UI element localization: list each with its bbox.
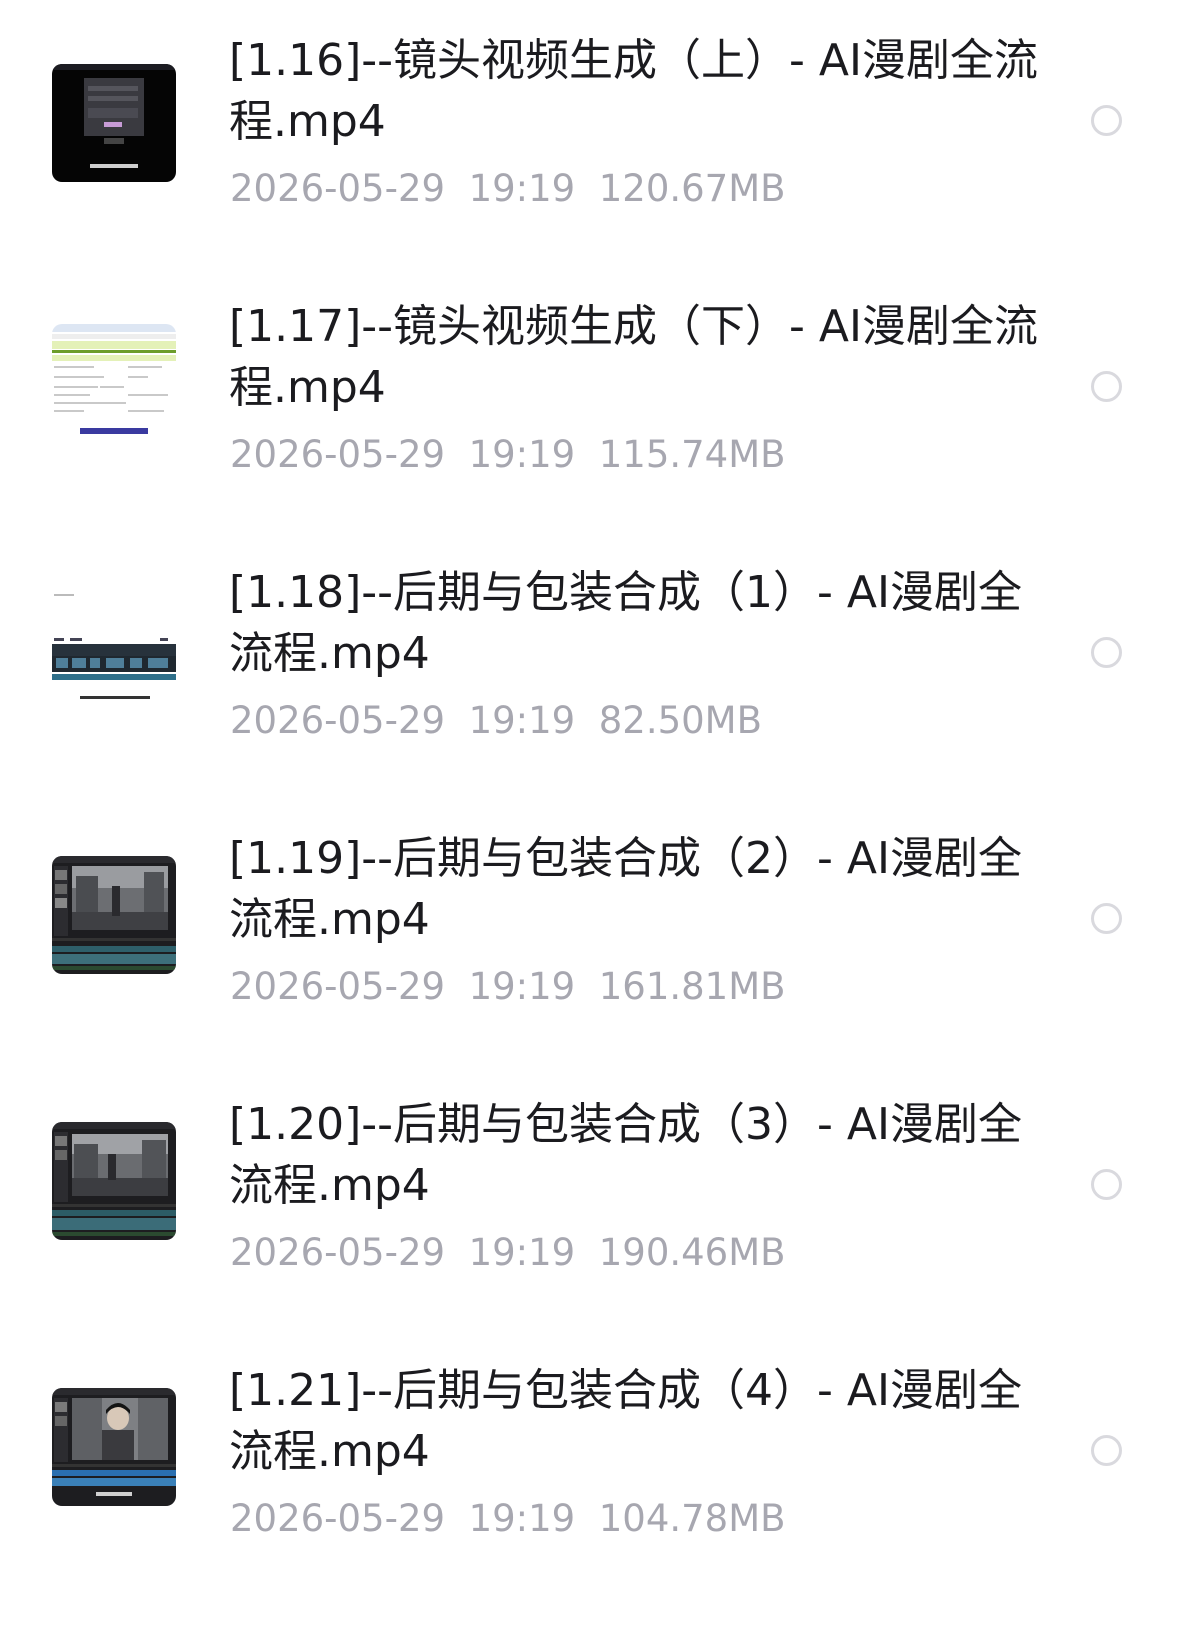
file-meta: 2026-05-29 19:19 161.81MB — [230, 965, 786, 1009]
file-size: 115.74MB — [598, 433, 786, 476]
file-meta: 2026-05-29 19:19 82.50MB — [230, 699, 762, 743]
video-thumbnail — [52, 856, 176, 974]
select-radio[interactable] — [1091, 1435, 1122, 1466]
select-radio[interactable] — [1091, 105, 1122, 136]
file-meta: 2026-05-29 19:19 120.67MB — [230, 167, 786, 211]
file-name: [1.18]--后期与包装合成（1）- AI漫剧全流程.mp4 — [229, 567, 1022, 679]
video-editor-thumbnail-image — [52, 856, 176, 974]
file-name: [1.17]--镜头视频生成（下）- AI漫剧全流程.mp4 — [229, 301, 1038, 413]
list-item[interactable]: [1.17]--镜头视频生成（下）- AI漫剧全流程.mp4 2026-05-2… — [0, 296, 1200, 562]
file-size: 82.50MB — [598, 699, 762, 742]
file-name: [1.20]--后期与包装合成（3）- AI漫剧全流程.mp4 — [229, 1099, 1022, 1211]
file-date: 2026-05-29 — [230, 167, 446, 210]
list-item[interactable]: [1.20]--后期与包装合成（3）- AI漫剧全流程.mp4 2026-05-… — [0, 1094, 1200, 1360]
file-size: 104.78MB — [598, 1497, 786, 1540]
video-thumbnail — [52, 64, 176, 182]
video-thumbnail — [52, 1388, 176, 1506]
file-date: 2026-05-29 — [230, 965, 446, 1008]
timeline-thumbnail-image — [52, 590, 176, 708]
file-date: 2026-05-29 — [230, 1231, 446, 1274]
file-size: 190.46MB — [598, 1231, 786, 1274]
file-name: [1.21]--后期与包装合成（4）- AI漫剧全流程.mp4 — [229, 1365, 1022, 1477]
file-date: 2026-05-29 — [230, 433, 446, 476]
select-radio[interactable] — [1091, 371, 1122, 402]
list-item[interactable]: [1.21]--后期与包装合成（4）- AI漫剧全流程.mp4 2026-05-… — [0, 1360, 1200, 1626]
dark-dialog-thumbnail-image — [52, 64, 176, 182]
video-editor-character-thumbnail-image — [52, 1388, 176, 1506]
file-name: [1.19]--后期与包装合成（2）- AI漫剧全流程.mp4 — [229, 833, 1022, 945]
list-item[interactable]: [1.19]--后期与包装合成（2）- AI漫剧全流程.mp4 2026-05-… — [0, 828, 1200, 1094]
select-radio[interactable] — [1091, 637, 1122, 668]
file-time: 19:19 — [468, 1231, 576, 1274]
file-name: [1.16]--镜头视频生成（上）- AI漫剧全流程.mp4 — [229, 35, 1038, 147]
file-meta: 2026-05-29 19:19 190.46MB — [230, 1231, 786, 1275]
select-radio[interactable] — [1091, 1169, 1122, 1200]
file-meta: 2026-05-29 19:19 104.78MB — [230, 1497, 786, 1541]
file-time: 19:19 — [468, 167, 576, 210]
file-time: 19:19 — [468, 433, 576, 476]
file-date: 2026-05-29 — [230, 1497, 446, 1540]
file-meta: 2026-05-29 19:19 115.74MB — [230, 433, 786, 477]
file-date: 2026-05-29 — [230, 699, 446, 742]
file-list: [1.16]--镜头视频生成（上）- AI漫剧全流程.mp4 2026-05-2… — [0, 0, 1200, 1569]
file-time: 19:19 — [468, 699, 576, 742]
spreadsheet-thumbnail-image — [52, 324, 176, 442]
file-time: 19:19 — [468, 1497, 576, 1540]
file-size: 120.67MB — [598, 167, 786, 210]
file-time: 19:19 — [468, 965, 576, 1008]
video-thumbnail — [52, 324, 176, 442]
list-item[interactable]: [1.18]--后期与包装合成（1）- AI漫剧全流程.mp4 2026-05-… — [0, 562, 1200, 828]
select-radio[interactable] — [1091, 903, 1122, 934]
video-thumbnail — [52, 590, 176, 708]
file-size: 161.81MB — [598, 965, 786, 1008]
video-thumbnail — [52, 1122, 176, 1240]
video-editor-thumbnail-image — [52, 1122, 176, 1240]
list-item[interactable]: [1.16]--镜头视频生成（上）- AI漫剧全流程.mp4 2026-05-2… — [0, 30, 1200, 296]
